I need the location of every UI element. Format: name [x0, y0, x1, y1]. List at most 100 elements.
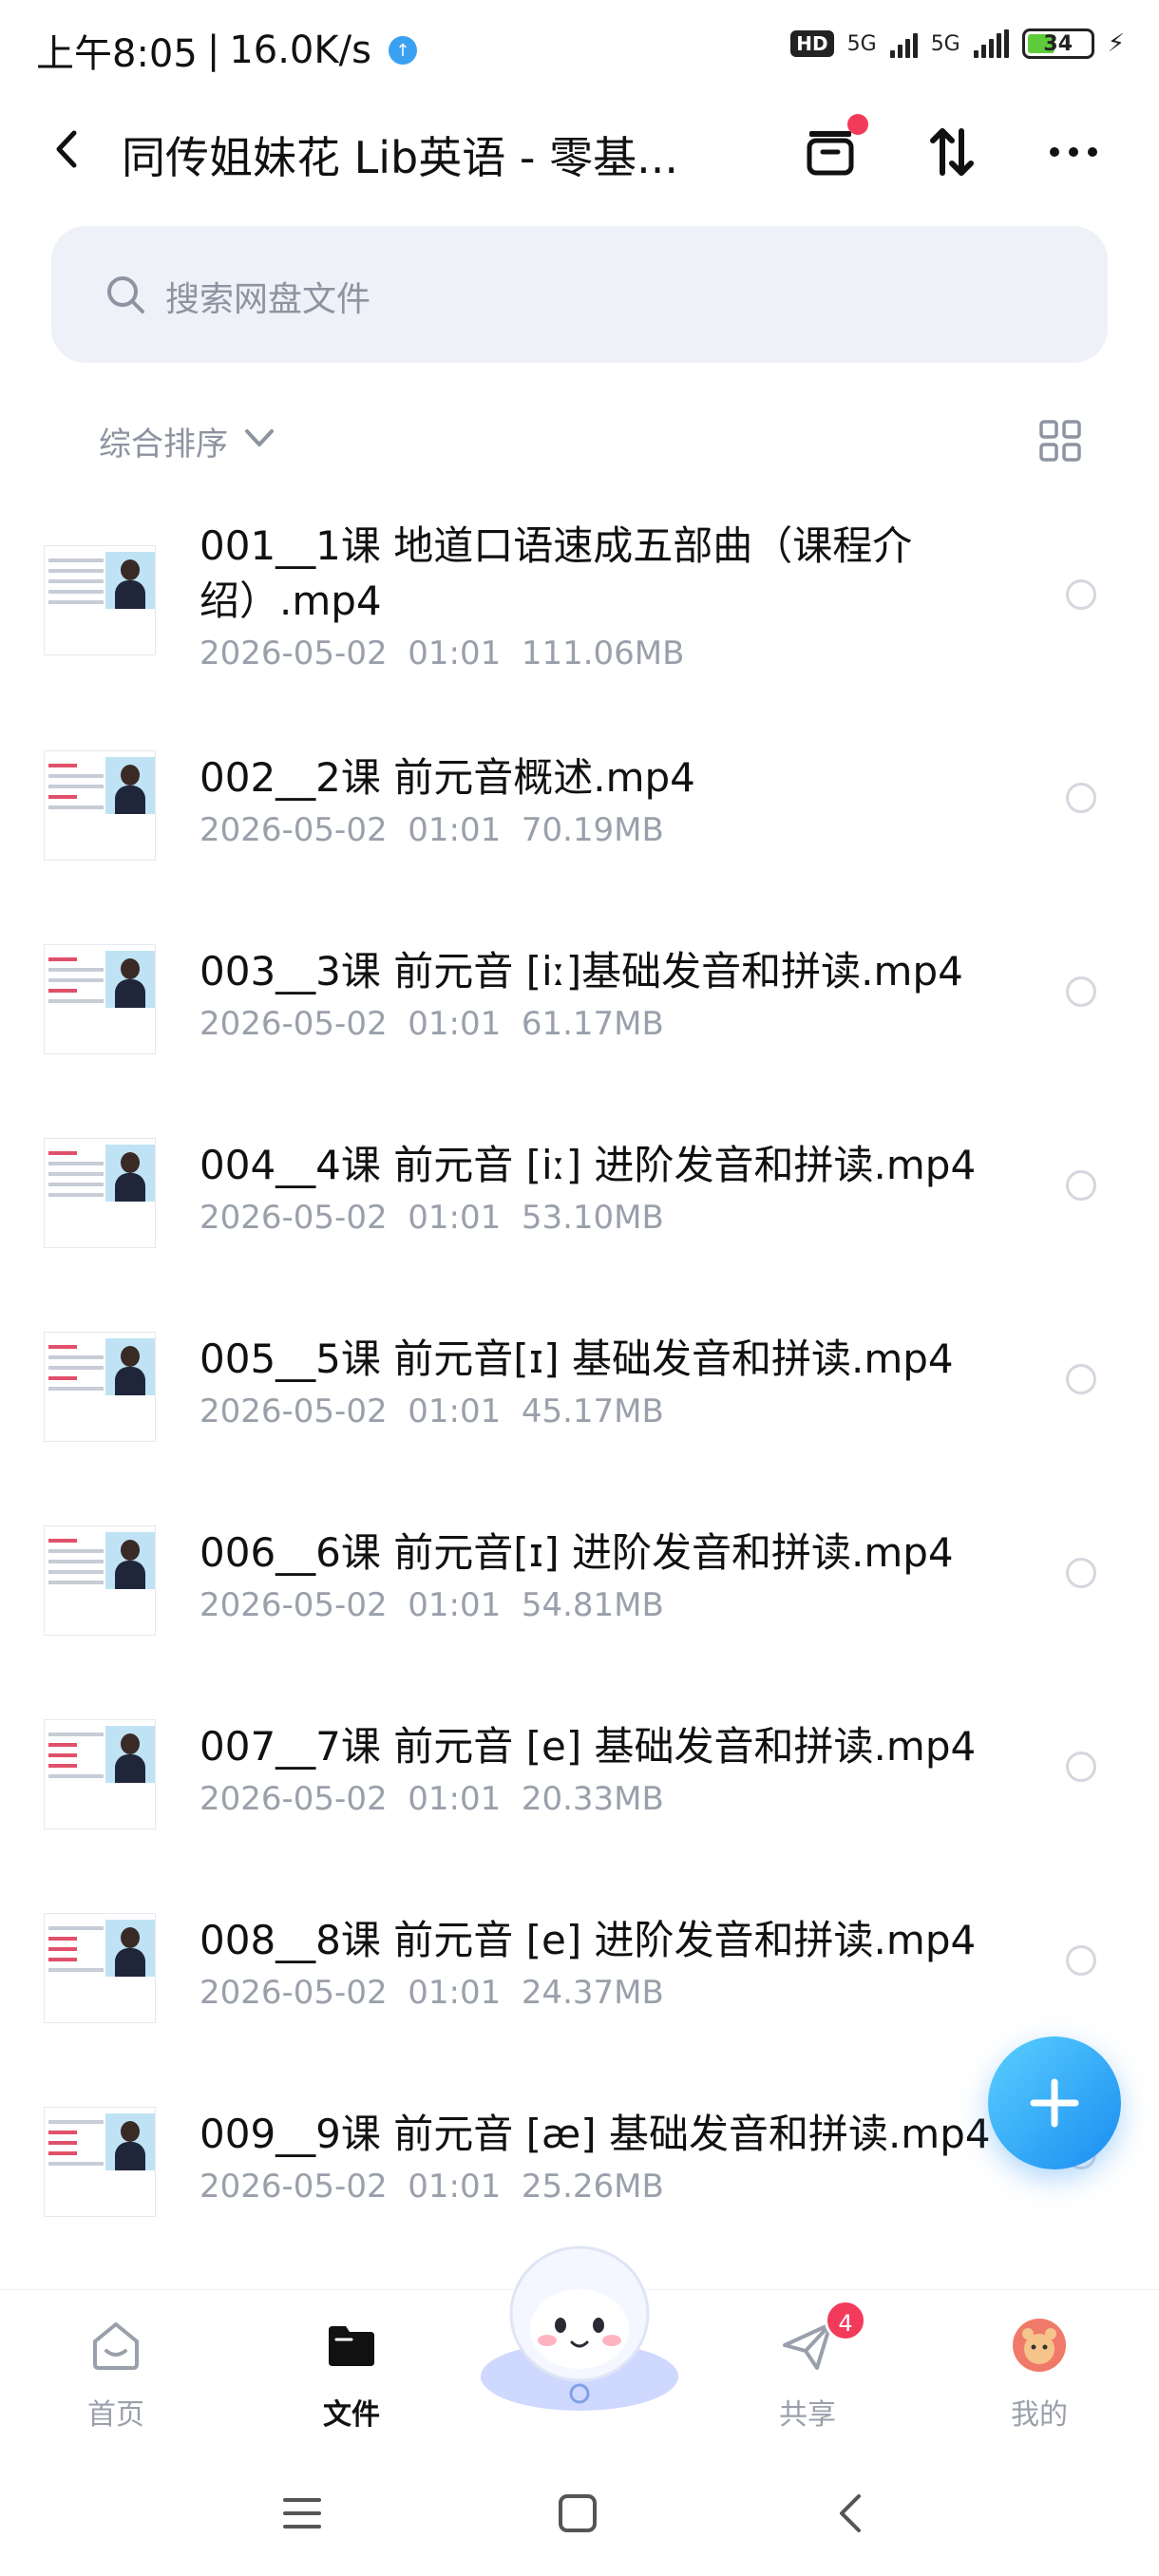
select-radio[interactable]	[1066, 1170, 1096, 1201]
plus-icon	[1030, 2078, 1079, 2128]
file-name: 001__1课 地道口语速成五部曲（课程介绍）.mp4	[200, 522, 913, 624]
grid-view-icon[interactable]	[1037, 418, 1083, 464]
file-time: 01:01	[408, 1586, 502, 1624]
transfer-list-button[interactable]	[800, 114, 868, 182]
file-meta: 2026-05-02 01:01 25.26MB	[200, 2168, 664, 2206]
tab-me[interactable]: 我的	[963, 2300, 1115, 2442]
tab-share[interactable]: 4 共享	[732, 2300, 884, 2442]
file-name: 008__8课 前元音 [e] 进阶发音和拼读.mp4	[200, 1917, 977, 1963]
tab-label: 首页	[87, 2398, 144, 2432]
search-icon	[107, 276, 144, 313]
select-radio[interactable]	[1066, 1558, 1096, 1588]
select-radio[interactable]	[1066, 1752, 1096, 1782]
sort-dropdown[interactable]: 综合排序	[99, 418, 228, 464]
more-options-button[interactable]	[1043, 122, 1104, 182]
avatar	[1013, 2319, 1066, 2372]
home-icon	[93, 2322, 139, 2370]
signal-icon	[889, 29, 918, 58]
file-date: 2026-05-02	[200, 1586, 388, 1624]
file-name: 007__7课 前元音 [e] 基础发音和拼读.mp4	[200, 1723, 977, 1770]
file-name: 002__2课 前元音概述.mp4	[200, 754, 695, 801]
file-row[interactable]: 003__3课 前元音 [iː]基础发音和拼读.mp4 2026-05-02 0…	[0, 944, 1159, 1138]
chevron-down-icon[interactable]	[243, 424, 276, 452]
file-row[interactable]: 008__8课 前元音 [e] 进阶发音和拼读.mp4 2026-05-02 0…	[0, 1913, 1159, 2107]
file-date: 2026-05-02	[200, 635, 388, 672]
notification-dot	[847, 114, 868, 135]
file-name: 006__6课 前元音[ɪ] 进阶发音和拼读.mp4	[200, 1529, 954, 1576]
tab-files[interactable]: 文件	[276, 2300, 428, 2442]
back-button[interactable]	[44, 125, 91, 173]
file-time: 01:01	[408, 1005, 502, 1043]
file-date: 2026-05-02	[200, 1974, 388, 2012]
file-size: 25.26MB	[521, 2168, 664, 2206]
select-radio[interactable]	[1066, 1364, 1096, 1394]
file-size: 111.06MB	[521, 635, 685, 672]
file-size: 20.33MB	[521, 1780, 664, 1818]
file-meta: 2026-05-02 01:01 111.06MB	[200, 635, 684, 672]
file-name: 005__5课 前元音[ɪ] 基础发音和拼读.mp4	[200, 1335, 954, 1382]
file-date: 2026-05-02	[200, 1392, 388, 1430]
search-placeholder: 搜索网盘文件	[165, 280, 371, 319]
swap-vertical-icon	[930, 128, 974, 176]
file-row[interactable]: 006__6课 前元音[ɪ] 进阶发音和拼读.mp4 2026-05-02 01…	[0, 1525, 1159, 1719]
upload-status-icon: ↑	[388, 36, 417, 65]
file-meta: 2026-05-02 01:01 24.37MB	[200, 1974, 664, 2012]
file-meta: 2026-05-02 01:01 20.33MB	[200, 1780, 664, 1818]
file-row[interactable]: 001__1课 地道口语速成五部曲（课程介绍）.mp4 2026-05-02 0…	[0, 494, 1159, 688]
file-row[interactable]: 005__5课 前元音[ɪ] 基础发音和拼读.mp4 2026-05-02 01…	[0, 1332, 1159, 1525]
header: 同传姐妹花 Lib英语 - 零基...	[0, 103, 1159, 198]
video-thumbnail	[44, 545, 156, 655]
network-type-1: 5G	[846, 31, 877, 56]
file-row[interactable]: 002__2课 前元音概述.mp4 2026-05-02 01:01 70.19…	[0, 750, 1159, 944]
tab-label: 文件	[323, 2398, 380, 2432]
file-date: 2026-05-02	[200, 1780, 388, 1818]
video-thumbnail	[44, 1138, 156, 1248]
signal-icon-2	[973, 29, 1009, 58]
file-size: 24.37MB	[521, 1974, 664, 2012]
file-time: 01:01	[408, 1199, 502, 1237]
file-meta: 2026-05-02 01:01 53.10MB	[200, 1199, 664, 1237]
file-time: 01:01	[408, 1974, 502, 2012]
file-row[interactable]: 007__7课 前元音 [e] 基础发音和拼读.mp4 2026-05-02 0…	[0, 1719, 1159, 1913]
tab-home[interactable]: 首页	[40, 2300, 192, 2442]
home-square-icon[interactable]	[549, 2485, 606, 2542]
more-horizontal-icon	[1050, 147, 1097, 157]
status-right: HD 5G 5G 34 ⚡	[790, 28, 1125, 59]
ai-assistant-mascot-button[interactable]	[475, 2234, 684, 2415]
battery-icon: 34	[1021, 28, 1094, 59]
status-bar: 上午8:05 | 16.0K/s ↑ HD 5G 5G 34 ⚡	[0, 0, 1159, 95]
file-meta: 2026-05-02 01:01 61.17MB	[200, 1005, 664, 1043]
file-time: 01:01	[408, 1392, 502, 1430]
file-date: 2026-05-02	[200, 811, 388, 849]
select-radio[interactable]	[1066, 579, 1096, 610]
file-date: 2026-05-02	[200, 1005, 388, 1043]
back-triangle-icon[interactable]	[823, 2485, 880, 2542]
file-time: 01:01	[408, 811, 502, 849]
tab-label: 我的	[1011, 2398, 1068, 2432]
file-name: 003__3课 前元音 [iː]基础发音和拼读.mp4	[200, 948, 963, 994]
file-date: 2026-05-02	[200, 2168, 388, 2206]
select-radio[interactable]	[1066, 976, 1096, 1007]
page-title: 同传姐妹花 Lib英语 - 零基...	[122, 132, 678, 183]
charging-icon: ⚡	[1107, 29, 1125, 58]
chevron-left-icon	[56, 130, 77, 168]
select-radio[interactable]	[1066, 783, 1096, 813]
file-size: 54.81MB	[521, 1586, 664, 1624]
video-thumbnail	[44, 750, 156, 861]
hd-badge: HD	[790, 30, 834, 57]
system-nav-bar	[0, 2451, 1159, 2576]
video-thumbnail	[44, 1525, 156, 1636]
video-thumbnail	[44, 1719, 156, 1829]
share-badge: 4	[825, 2300, 866, 2341]
sort-row: 综合排序	[0, 410, 1159, 467]
tab-label: 共享	[779, 2398, 836, 2432]
file-row[interactable]: 004__4课 前元音 [iː] 进阶发音和拼读.mp4 2026-05-02 …	[0, 1138, 1159, 1332]
search-input[interactable]: 搜索网盘文件	[51, 226, 1108, 363]
file-size: 61.17MB	[521, 1005, 664, 1043]
sort-swap-button[interactable]	[922, 122, 982, 182]
file-size: 70.19MB	[521, 811, 664, 849]
select-radio[interactable]	[1066, 1945, 1096, 1976]
menu-icon[interactable]	[274, 2485, 331, 2542]
add-button[interactable]	[988, 2036, 1121, 2169]
video-thumbnail	[44, 1332, 156, 1442]
